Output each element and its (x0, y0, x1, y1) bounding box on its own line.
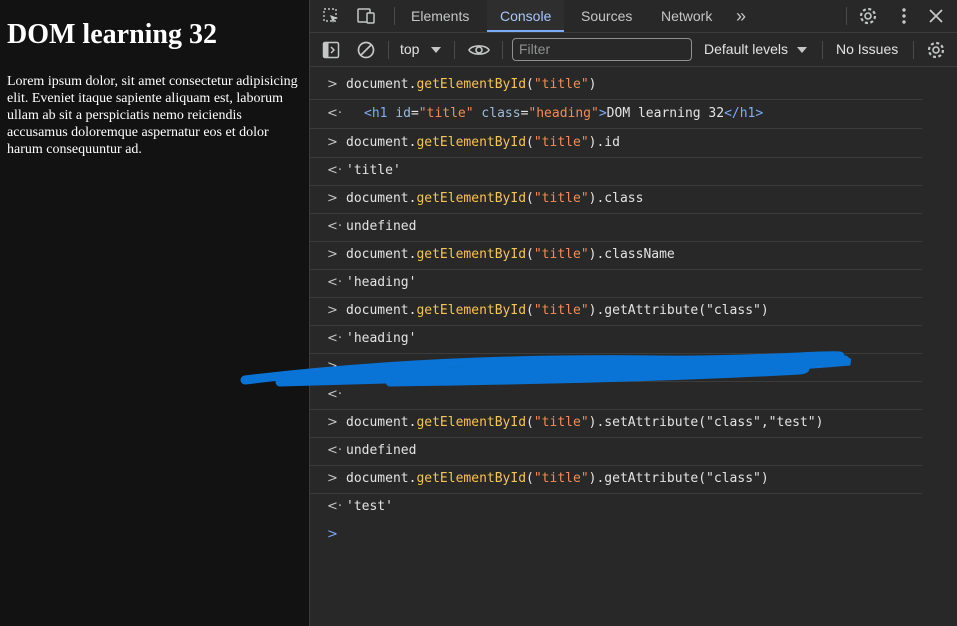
console-result[interactable]: 'heading' (346, 325, 416, 353)
console-result[interactable]: 'heading' (346, 269, 416, 297)
tab-separator (846, 7, 847, 25)
levels-selector[interactable]: Default levels (704, 33, 788, 66)
console-input[interactable]: document.getElementById("title").class (346, 185, 643, 213)
input-prompt-icon: > (327, 303, 338, 318)
device-toggle-icon[interactable] (355, 6, 377, 26)
toolbar-separator (454, 41, 455, 59)
console-result[interactable]: 'title' (346, 157, 401, 185)
console-row: <· undefined (310, 213, 922, 242)
toolbar-separator (822, 41, 823, 59)
eye-icon[interactable] (467, 39, 491, 61)
console-element-result[interactable]: <h1 id="title" class="heading">DOM learn… (364, 100, 763, 128)
devtools-tabbar: Elements Console Sources Network » (310, 0, 957, 33)
tab-sources[interactable]: Sources (581, 0, 632, 32)
tab-network[interactable]: Network (661, 0, 712, 32)
console-row: > document.getElementById("title").class (310, 185, 922, 214)
filter-input[interactable] (519, 39, 684, 59)
console-row: <· 'heading' (310, 325, 922, 354)
input-prompt-icon: > (327, 359, 338, 374)
console-input[interactable]: document.getElementById("title").classNa… (346, 241, 675, 269)
result-arrow-icon: <· (327, 275, 343, 290)
sidebar-icon[interactable] (320, 39, 342, 61)
result-arrow-icon: <· (327, 219, 343, 234)
console-row-redacted: > (310, 353, 922, 382)
console-result[interactable]: undefined (346, 213, 416, 241)
result-arrow-icon: <· (327, 163, 343, 178)
toolbar-separator (502, 41, 503, 59)
inspect-icon[interactable] (320, 6, 342, 26)
console-prompt-line[interactable]: > (310, 521, 922, 549)
result-arrow-icon: <· (327, 443, 343, 458)
console-row: <· 'heading' (310, 269, 922, 298)
page-viewport: DOM learning 32 Lorem ipsum dolor, sit a… (0, 0, 309, 626)
chevron-down-icon[interactable] (430, 45, 442, 55)
result-arrow-icon: <· (327, 387, 343, 402)
context-selector[interactable]: top (400, 33, 419, 66)
more-tabs-icon[interactable]: » (736, 0, 746, 32)
console-row-redacted: <· (310, 381, 922, 410)
input-prompt-icon: > (327, 415, 338, 430)
tab-separator (394, 7, 395, 25)
console-settings-icon[interactable] (925, 39, 947, 61)
devtools-panel: Elements Console Sources Network » top F… (309, 0, 957, 626)
console-input[interactable]: document.getElementById("title") (346, 71, 596, 99)
chevron-down-icon[interactable] (796, 45, 808, 55)
input-prompt-icon: > (327, 135, 338, 150)
toolbar-separator (913, 41, 914, 59)
settings-icon[interactable] (858, 6, 878, 26)
console-toolbar: top Default levels No Issues (310, 33, 957, 67)
page-heading: DOM learning 32 (7, 19, 217, 50)
close-icon[interactable] (926, 6, 946, 26)
result-arrow-icon: <· (327, 331, 343, 346)
console-row: > document.getElementById("title").getAt… (310, 297, 922, 326)
console-row: <· 'title' (310, 157, 922, 186)
console-result[interactable]: 'test' (346, 493, 393, 521)
console-input[interactable]: document.getElementById("title").setAttr… (346, 409, 823, 437)
console-row: > document.getElementById("title").setAt… (310, 409, 922, 438)
console-row: > document.getElementById("title").id (310, 129, 922, 158)
console-input[interactable]: document.getElementById("title").getAttr… (346, 297, 769, 325)
page-paragraph: Lorem ipsum dolor, sit amet consectetur … (7, 74, 298, 157)
console-row: > document.getElementById("title").class… (310, 241, 922, 270)
console-row: <· 'test' (310, 493, 922, 521)
toolbar-separator (388, 41, 389, 59)
console-messages: > document.getElementById("title") <· <h… (310, 67, 957, 626)
console-input[interactable]: document.getElementById("title").getAttr… (346, 465, 769, 493)
issues-button[interactable]: No Issues (836, 33, 898, 66)
console-row: <· <h1 id="title" class="heading">DOM le… (310, 100, 922, 129)
filter-box (512, 38, 692, 61)
console-result[interactable]: undefined (346, 437, 416, 465)
result-arrow-icon: <· (327, 106, 343, 121)
input-prompt-icon: > (327, 471, 338, 486)
console-row: > document.getElementById("title") (310, 71, 922, 100)
more-vert-icon[interactable] (894, 6, 914, 26)
result-arrow-icon: <· (327, 499, 343, 514)
prompt-chevron-icon: > (327, 527, 338, 542)
tab-console[interactable]: Console (487, 0, 565, 32)
input-prompt-icon: > (327, 191, 338, 206)
console-input[interactable]: document.getElementById("title").id (346, 129, 620, 157)
console-row: <· undefined (310, 437, 922, 466)
input-prompt-icon: > (327, 77, 338, 92)
input-prompt-icon: > (327, 247, 338, 262)
console-row: > document.getElementById("title").getAt… (310, 465, 922, 494)
clear-console-icon[interactable] (355, 39, 377, 61)
tab-elements[interactable]: Elements (411, 0, 469, 32)
